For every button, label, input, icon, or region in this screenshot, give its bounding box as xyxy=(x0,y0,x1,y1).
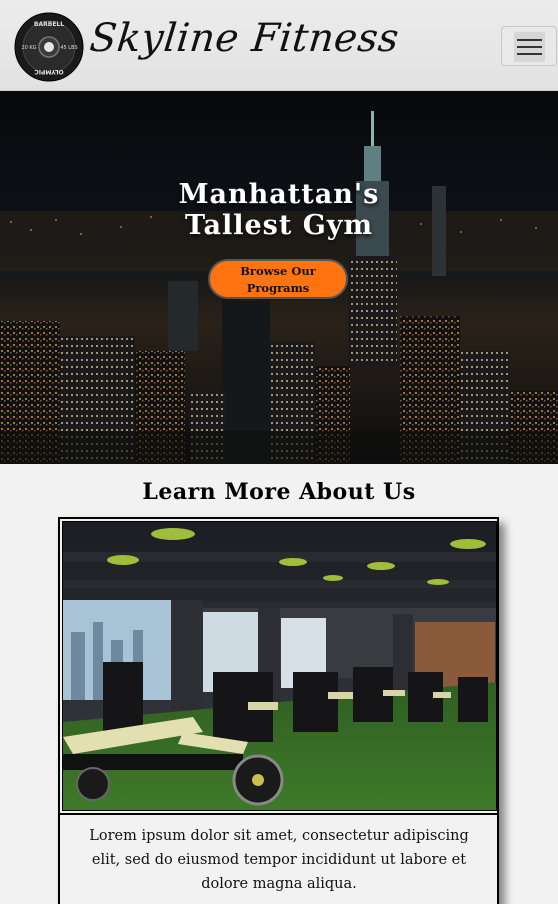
hero-section: Manhattan's Tallest Gym Browse Our Progr… xyxy=(0,91,558,464)
about-card: Lorem ipsum dolor sit amet, consectetur … xyxy=(58,517,499,904)
menu-toggle-button[interactable] xyxy=(501,26,557,66)
brand-name[interactable]: Skyline Fitness xyxy=(88,16,402,61)
hero-title-line-2: Tallest Gym xyxy=(184,210,374,241)
plate-left-text: 20 KG xyxy=(21,45,36,51)
hero-title: Manhattan's Tallest Gym xyxy=(0,179,558,241)
plate-bottom-text: OLYMPIC xyxy=(34,68,64,75)
about-section-title: Learn More About Us xyxy=(142,479,416,505)
plate-right-text: 45 LBS xyxy=(60,45,77,51)
about-description: Lorem ipsum dolor sit amet, consectetur … xyxy=(89,828,469,892)
logo[interactable]: BARBELL OLYMPIC 20 KG 45 LBS xyxy=(14,12,84,82)
plate-top-text: BARBELL xyxy=(34,21,64,28)
hamburger-menu-icon xyxy=(514,32,545,62)
hero-title-line-1: Manhattan's xyxy=(178,179,380,210)
site-header: BARBELL OLYMPIC 20 KG 45 LBS Skyline Fit… xyxy=(0,0,558,91)
gym-interior-image xyxy=(62,521,497,811)
card-divider xyxy=(60,813,497,815)
weight-plate-icon: BARBELL OLYMPIC 20 KG 45 LBS xyxy=(14,12,84,82)
browse-programs-button[interactable]: Browse Our Programs xyxy=(208,259,348,299)
